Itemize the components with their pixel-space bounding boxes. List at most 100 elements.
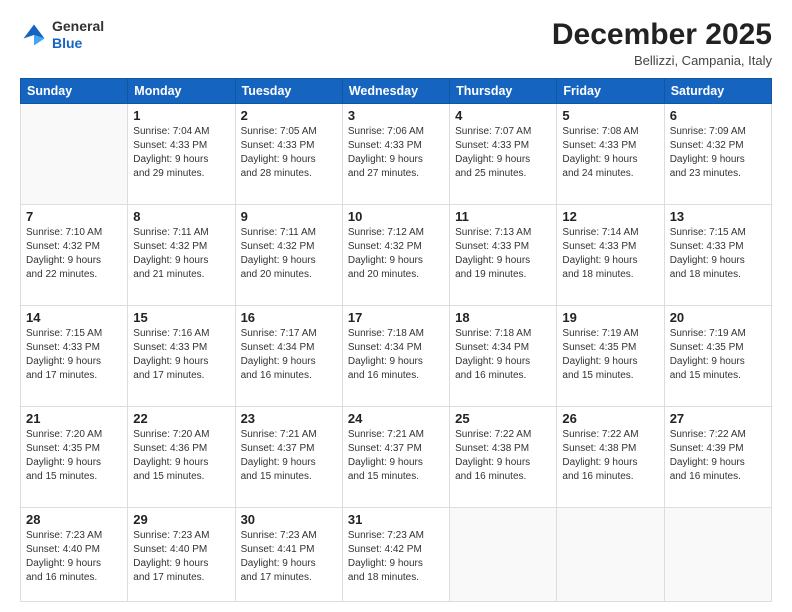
day-number: 29 [133,512,229,527]
day-info: Sunrise: 7:10 AMSunset: 4:32 PMDaylight:… [26,226,122,282]
logo-blue: Blue [52,35,104,52]
table-row: 30 Sunrise: 7:23 AMSunset: 4:41 PMDayligh… [235,507,342,601]
day-number: 28 [26,512,122,527]
col-tuesday: Tuesday [235,79,342,104]
table-row: 25Sunrise: 7:22 AMSunset: 4:38 PMDayligh… [450,406,557,507]
day-info: Sunrise: 7:15 AMSunset: 4:33 PMDaylight:… [26,327,122,383]
day-number: 24 [348,411,444,426]
day-number: 16 [241,310,337,325]
day-number: 12 [562,209,658,224]
logo: General Blue [20,18,104,52]
day-info: Sunrise: 7:23 AMSunset: 4:42 PMDaylight:… [348,529,444,585]
table-row: 2Sunrise: 7:05 AMSunset: 4:33 PMDaylight… [235,104,342,205]
day-info: Sunrise: 7:18 AMSunset: 4:34 PMDaylight:… [455,327,551,383]
day-info: Sunrise: 7:16 AMSunset: 4:33 PMDaylight:… [133,327,229,383]
table-row: 28 Sunrise: 7:23 AMSunset: 4:40 PMDayligh… [21,507,128,601]
table-row: 23Sunrise: 7:21 AMSunset: 4:37 PMDayligh… [235,406,342,507]
table-row: 16 Sunrise: 7:17 AMSunset: 4:34 PMDayligh… [235,305,342,406]
table-row: 13 Sunrise: 7:15 AMSunset: 4:33 PMDayligh… [664,204,771,305]
day-number: 15 [133,310,229,325]
table-row: 18 Sunrise: 7:18 AMSunset: 4:34 PMDayligh… [450,305,557,406]
day-info: Sunrise: 7:08 AMSunset: 4:33 PMDaylight:… [562,125,658,181]
day-info: Sunrise: 7:21 AMSunset: 4:37 PMDaylight:… [241,428,337,484]
day-info: Sunrise: 7:13 AMSunset: 4:33 PMDaylight:… [455,226,551,282]
day-number: 1 [133,108,229,123]
day-number: 18 [455,310,551,325]
day-number: 22 [133,411,229,426]
table-row: 4 Sunrise: 7:07 AMSunset: 4:33 PMDaylight… [450,104,557,205]
title-block: December 2025 Bellizzi, Campania, Italy [552,18,772,68]
day-number: 25 [455,411,551,426]
day-number: 13 [670,209,766,224]
day-number: 3 [348,108,444,123]
table-row [664,507,771,601]
day-number: 9 [241,209,337,224]
day-number: 30 [241,512,337,527]
day-number: 4 [455,108,551,123]
table-row: 1 Sunrise: 7:04 AMSunset: 4:33 PMDaylight… [128,104,235,205]
day-info: Sunrise: 7:21 AMSunset: 4:37 PMDaylight:… [348,428,444,484]
col-thursday: Thursday [450,79,557,104]
day-number: 10 [348,209,444,224]
table-row: 24 Sunrise: 7:21 AMSunset: 4:37 PMDayligh… [342,406,449,507]
day-number: 7 [26,209,122,224]
table-row [557,507,664,601]
location: Bellizzi, Campania, Italy [552,53,772,68]
day-info: Sunrise: 7:18 AMSunset: 4:34 PMDaylight:… [348,327,444,383]
calendar-header-row: Sunday Monday Tuesday Wednesday Thursday… [21,79,772,104]
logo-text: General Blue [52,18,104,52]
day-number: 27 [670,411,766,426]
table-row: 11Sunrise: 7:13 AMSunset: 4:33 PMDayligh… [450,204,557,305]
day-number: 17 [348,310,444,325]
table-row: 31 Sunrise: 7:23 AMSunset: 4:42 PMDayligh… [342,507,449,601]
day-info: Sunrise: 7:19 AMSunset: 4:35 PMDaylight:… [670,327,766,383]
table-row: 29 Sunrise: 7:23 AMSunset: 4:40 PMDayligh… [128,507,235,601]
day-number: 19 [562,310,658,325]
table-row: 10 Sunrise: 7:12 AMSunset: 4:32 PMDayligh… [342,204,449,305]
day-info: Sunrise: 7:17 AMSunset: 4:34 PMDaylight:… [241,327,337,383]
day-info: Sunrise: 7:09 AMSunset: 4:32 PMDaylight:… [670,125,766,181]
day-info: Sunrise: 7:22 AMSunset: 4:39 PMDaylight:… [670,428,766,484]
col-sunday: Sunday [21,79,128,104]
table-row [21,104,128,205]
day-info: Sunrise: 7:07 AMSunset: 4:33 PMDaylight:… [455,125,551,181]
day-info: Sunrise: 7:12 AMSunset: 4:32 PMDaylight:… [348,226,444,282]
table-row: 27 Sunrise: 7:22 AMSunset: 4:39 PMDayligh… [664,406,771,507]
day-info: Sunrise: 7:15 AMSunset: 4:33 PMDaylight:… [670,226,766,282]
day-info: Sunrise: 7:11 AMSunset: 4:32 PMDaylight:… [241,226,337,282]
day-number: 8 [133,209,229,224]
table-row: 12 Sunrise: 7:14 AMSunset: 4:33 PMDayligh… [557,204,664,305]
table-row: 14 Sunrise: 7:15 AMSunset: 4:33 PMDayligh… [21,305,128,406]
day-number: 14 [26,310,122,325]
day-number: 21 [26,411,122,426]
day-info: Sunrise: 7:20 AMSunset: 4:35 PMDaylight:… [26,428,122,484]
table-row: 19 Sunrise: 7:19 AMSunset: 4:35 PMDayligh… [557,305,664,406]
table-row: 5Sunrise: 7:08 AMSunset: 4:33 PMDaylight… [557,104,664,205]
day-info: Sunrise: 7:23 AMSunset: 4:40 PMDaylight:… [133,529,229,585]
col-wednesday: Wednesday [342,79,449,104]
table-row: 7 Sunrise: 7:10 AMSunset: 4:32 PMDaylight… [21,204,128,305]
table-row: 6 Sunrise: 7:09 AMSunset: 4:32 PMDaylight… [664,104,771,205]
day-info: Sunrise: 7:23 AMSunset: 4:40 PMDaylight:… [26,529,122,585]
day-info: Sunrise: 7:19 AMSunset: 4:35 PMDaylight:… [562,327,658,383]
day-info: Sunrise: 7:23 AMSunset: 4:41 PMDaylight:… [241,529,337,585]
day-number: 20 [670,310,766,325]
table-row: 3 Sunrise: 7:06 AMSunset: 4:33 PMDaylight… [342,104,449,205]
day-number: 26 [562,411,658,426]
day-info: Sunrise: 7:20 AMSunset: 4:36 PMDaylight:… [133,428,229,484]
day-number: 6 [670,108,766,123]
day-info: Sunrise: 7:06 AMSunset: 4:33 PMDaylight:… [348,125,444,181]
table-row [450,507,557,601]
table-row: 20 Sunrise: 7:19 AMSunset: 4:35 PMDayligh… [664,305,771,406]
day-info: Sunrise: 7:05 AMSunset: 4:33 PMDaylight:… [241,125,337,181]
table-row: 26Sunrise: 7:22 AMSunset: 4:38 PMDayligh… [557,406,664,507]
day-info: Sunrise: 7:14 AMSunset: 4:33 PMDaylight:… [562,226,658,282]
header: General Blue December 2025 Bellizzi, Cam… [20,18,772,68]
table-row: 22 Sunrise: 7:20 AMSunset: 4:36 PMDayligh… [128,406,235,507]
table-row: 15 Sunrise: 7:16 AMSunset: 4:33 PMDayligh… [128,305,235,406]
col-saturday: Saturday [664,79,771,104]
table-row: 17 Sunrise: 7:18 AMSunset: 4:34 PMDayligh… [342,305,449,406]
day-number: 31 [348,512,444,527]
logo-icon [20,21,48,49]
day-info: Sunrise: 7:04 AMSunset: 4:33 PMDaylight:… [133,125,229,181]
